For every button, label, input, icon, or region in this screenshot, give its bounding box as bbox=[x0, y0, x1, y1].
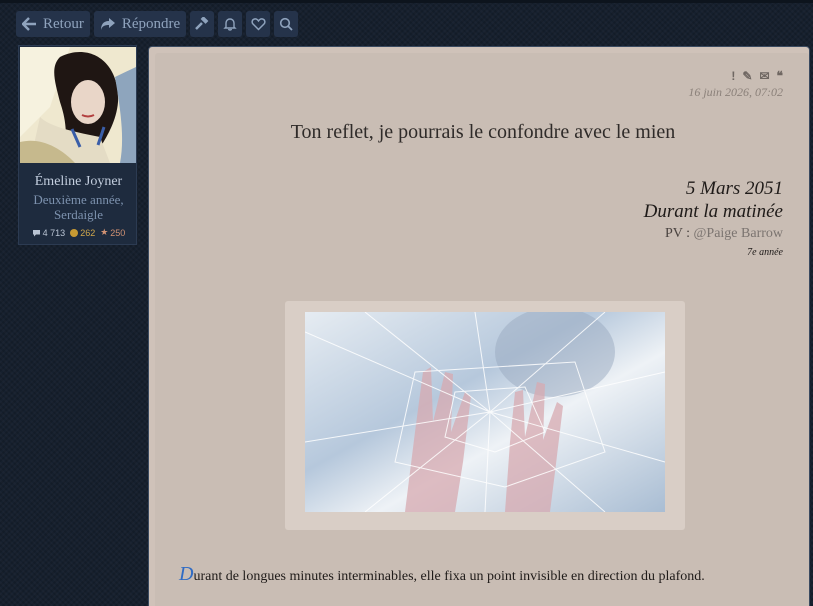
point-count-value: 250 bbox=[110, 227, 126, 238]
pv-label: PV : bbox=[664, 226, 694, 241]
report-icon[interactable]: ! bbox=[731, 69, 735, 83]
author-profile: Émeline Joyner Deuxième année, Serdaigle… bbox=[18, 45, 137, 245]
avatar-illustration bbox=[20, 47, 136, 163]
search-icon bbox=[280, 17, 293, 31]
mail-icon[interactable]: ✉ bbox=[759, 69, 769, 83]
shattered-mirror-illustration bbox=[305, 312, 665, 512]
pv-mention-link[interactable]: @Paige Barrow bbox=[694, 226, 783, 241]
quote-icon[interactable]: ❝ bbox=[777, 69, 783, 83]
avatar[interactable] bbox=[20, 47, 136, 163]
post-title: Ton reflet, je pourrais le confondre ave… bbox=[290, 121, 676, 143]
drop-cap: D bbox=[179, 563, 194, 585]
author-stats: 4 713 262 ★ 250 bbox=[19, 227, 138, 238]
topic-toolbar: Retour Répondre bbox=[16, 11, 299, 37]
galleon-count-value: 262 bbox=[80, 227, 96, 238]
pv-line: PV : @Paige Barrow bbox=[644, 226, 783, 242]
post-image bbox=[305, 312, 665, 512]
hammer-icon bbox=[195, 17, 209, 30]
post-actions: ! ✎ ✉ ❝ bbox=[731, 69, 783, 83]
message-count-value: 4 713 bbox=[42, 227, 66, 238]
notify-button[interactable] bbox=[218, 11, 243, 37]
back-button[interactable]: Retour bbox=[16, 11, 90, 37]
back-label: Retour bbox=[43, 15, 84, 32]
rp-header: 5 Mars 2051 Durant la matinée PV : @Paig… bbox=[644, 177, 783, 258]
arrow-left-icon bbox=[22, 17, 36, 31]
reply-button[interactable]: Répondre bbox=[93, 11, 187, 37]
rp-date: 5 Mars 2051 bbox=[685, 178, 783, 199]
moderate-button[interactable] bbox=[190, 11, 215, 37]
galleon-count: 262 bbox=[70, 228, 95, 238]
heart-icon bbox=[251, 18, 266, 31]
author-rank: Deuxième année, Serdaigle bbox=[33, 192, 124, 222]
coin-icon bbox=[70, 228, 79, 237]
reply-icon bbox=[100, 18, 115, 30]
post-container: ! ✎ ✉ ❝ 16 juin 2026, 07:02 Ton reflet, … bbox=[148, 46, 810, 606]
message-count: 4 713 bbox=[32, 227, 66, 238]
rp-time: Durant la matinée bbox=[643, 201, 783, 222]
year-note: 7e année bbox=[747, 247, 783, 258]
like-button[interactable] bbox=[246, 11, 271, 37]
top-border bbox=[0, 0, 813, 3]
edit-icon[interactable]: ✎ bbox=[742, 69, 752, 83]
paragraph-text: urant de longues minutes interminables, … bbox=[193, 569, 705, 584]
post-paragraph: Durant de longues minutes interminables,… bbox=[179, 563, 799, 586]
reply-label: Répondre bbox=[121, 15, 181, 32]
image-frame bbox=[285, 301, 685, 530]
search-button[interactable] bbox=[274, 11, 299, 37]
post-body: ! ✎ ✉ ❝ 16 juin 2026, 07:02 Ton reflet, … bbox=[155, 53, 809, 606]
star-icon: ★ bbox=[100, 227, 109, 237]
bell-icon bbox=[223, 18, 237, 31]
post-date: 16 juin 2026, 07:02 bbox=[688, 85, 783, 99]
author-name[interactable]: Émeline Joyner bbox=[19, 174, 138, 190]
speech-bubble-icon bbox=[32, 229, 40, 236]
point-count: ★ 250 bbox=[100, 227, 125, 238]
